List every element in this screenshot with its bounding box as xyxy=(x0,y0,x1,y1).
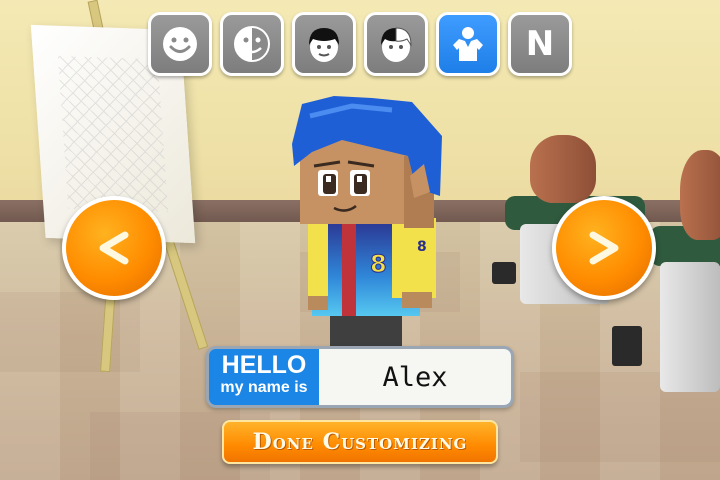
hair-color-split-icon xyxy=(381,27,412,62)
my-name-is-label: my name is xyxy=(220,379,308,396)
name-tag-header: HELLO my name is xyxy=(209,349,319,405)
hello-label: HELLO xyxy=(221,351,307,379)
done-customizing-label: Done Customizing xyxy=(252,429,468,455)
smiley-face-icon xyxy=(163,27,197,61)
avatar-character: 8 8 xyxy=(292,96,442,360)
name-tag: HELLO my name is Alex xyxy=(206,346,514,408)
chevron-right-icon xyxy=(589,231,619,265)
customization-tabs: N xyxy=(148,12,572,76)
clay-pot xyxy=(680,150,720,240)
tab-shirt[interactable] xyxy=(436,12,500,76)
tab-face[interactable] xyxy=(148,12,212,76)
tab-name[interactable]: N xyxy=(508,12,572,76)
wheel-pedal xyxy=(612,326,642,366)
tab-name-label: N xyxy=(525,24,555,64)
next-button[interactable] xyxy=(552,196,656,300)
shirt-person-icon xyxy=(453,27,483,61)
jersey-number: 8 xyxy=(370,250,387,278)
chevron-left-icon xyxy=(99,231,129,265)
clay-pot xyxy=(530,135,596,203)
face-color-split-icon xyxy=(234,26,270,62)
pottery-wheel-base xyxy=(660,262,720,392)
tab-skin[interactable] xyxy=(220,12,284,76)
tab-hair-color[interactable] xyxy=(364,12,428,76)
sleeve-number: 8 xyxy=(417,239,427,255)
name-field[interactable]: Alex xyxy=(319,349,511,405)
done-customizing-button[interactable]: Done Customizing xyxy=(222,420,498,464)
wheel-pedal xyxy=(492,262,516,284)
head-hair-icon xyxy=(309,28,339,62)
previous-button[interactable] xyxy=(62,196,166,300)
tab-hair[interactable] xyxy=(292,12,356,76)
